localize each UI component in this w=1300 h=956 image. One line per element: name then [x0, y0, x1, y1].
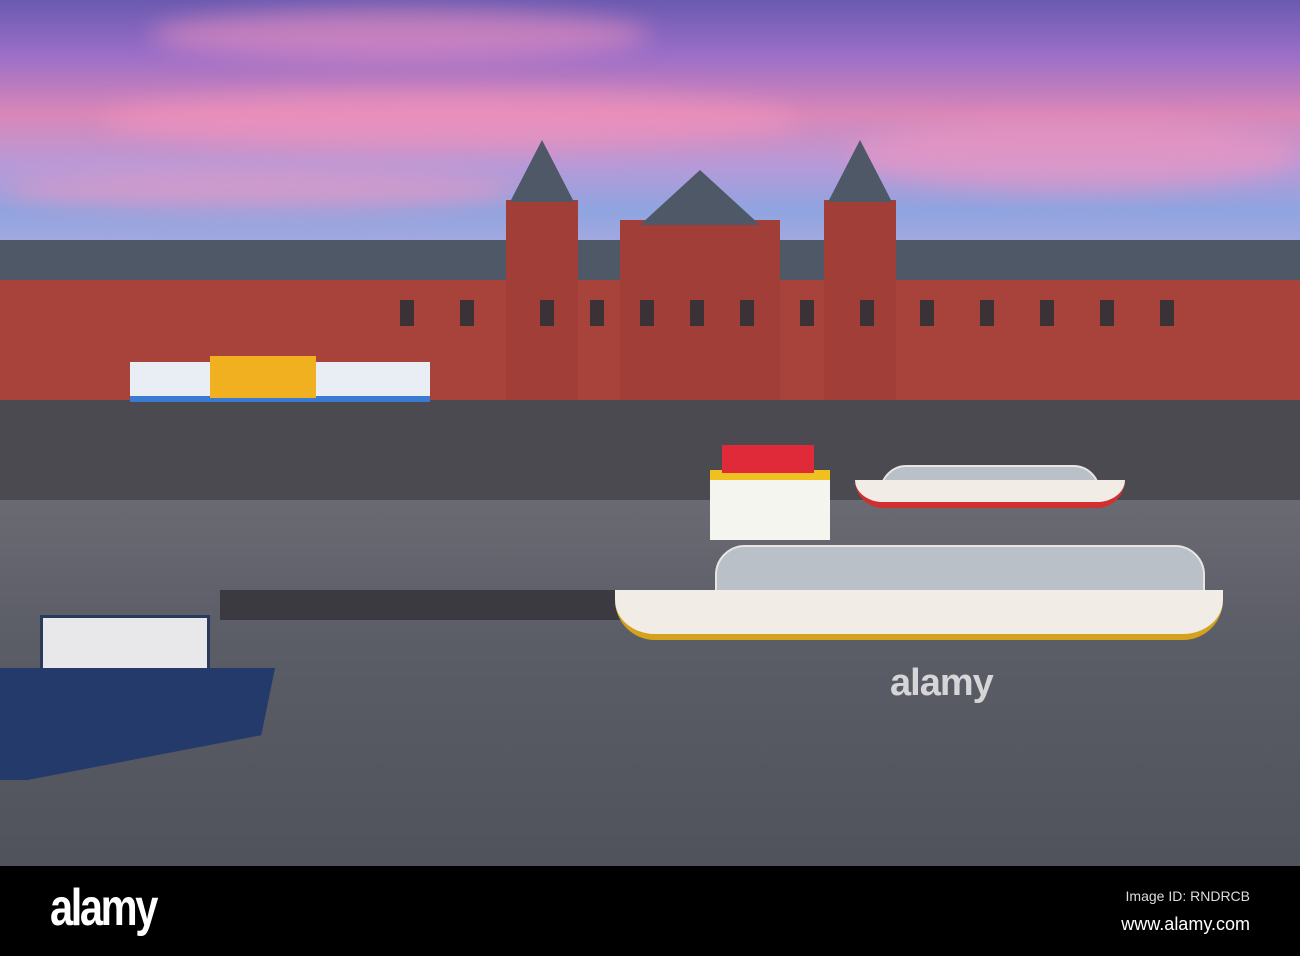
photo-amsterdam-central-station: alamy — [0, 0, 1300, 866]
red-sign — [722, 445, 814, 473]
watermark: alamy — [890, 662, 994, 704]
canal-boat-roof — [715, 545, 1205, 595]
site-url: www.alamy.com — [1121, 914, 1250, 934]
distant-canal-boat — [855, 480, 1125, 508]
ticket-booth — [710, 470, 830, 540]
pier — [220, 590, 640, 620]
alamy-logo: alamy — [50, 879, 158, 937]
canal-tour-boat — [615, 590, 1223, 640]
image-id: Image ID: RNDRCB — [1125, 888, 1250, 904]
footer-bar: alamy Image ID: RNDRCB www.alamy.com — [0, 866, 1300, 956]
yellow-sign — [210, 356, 316, 398]
small-boat-cabin — [40, 615, 210, 675]
